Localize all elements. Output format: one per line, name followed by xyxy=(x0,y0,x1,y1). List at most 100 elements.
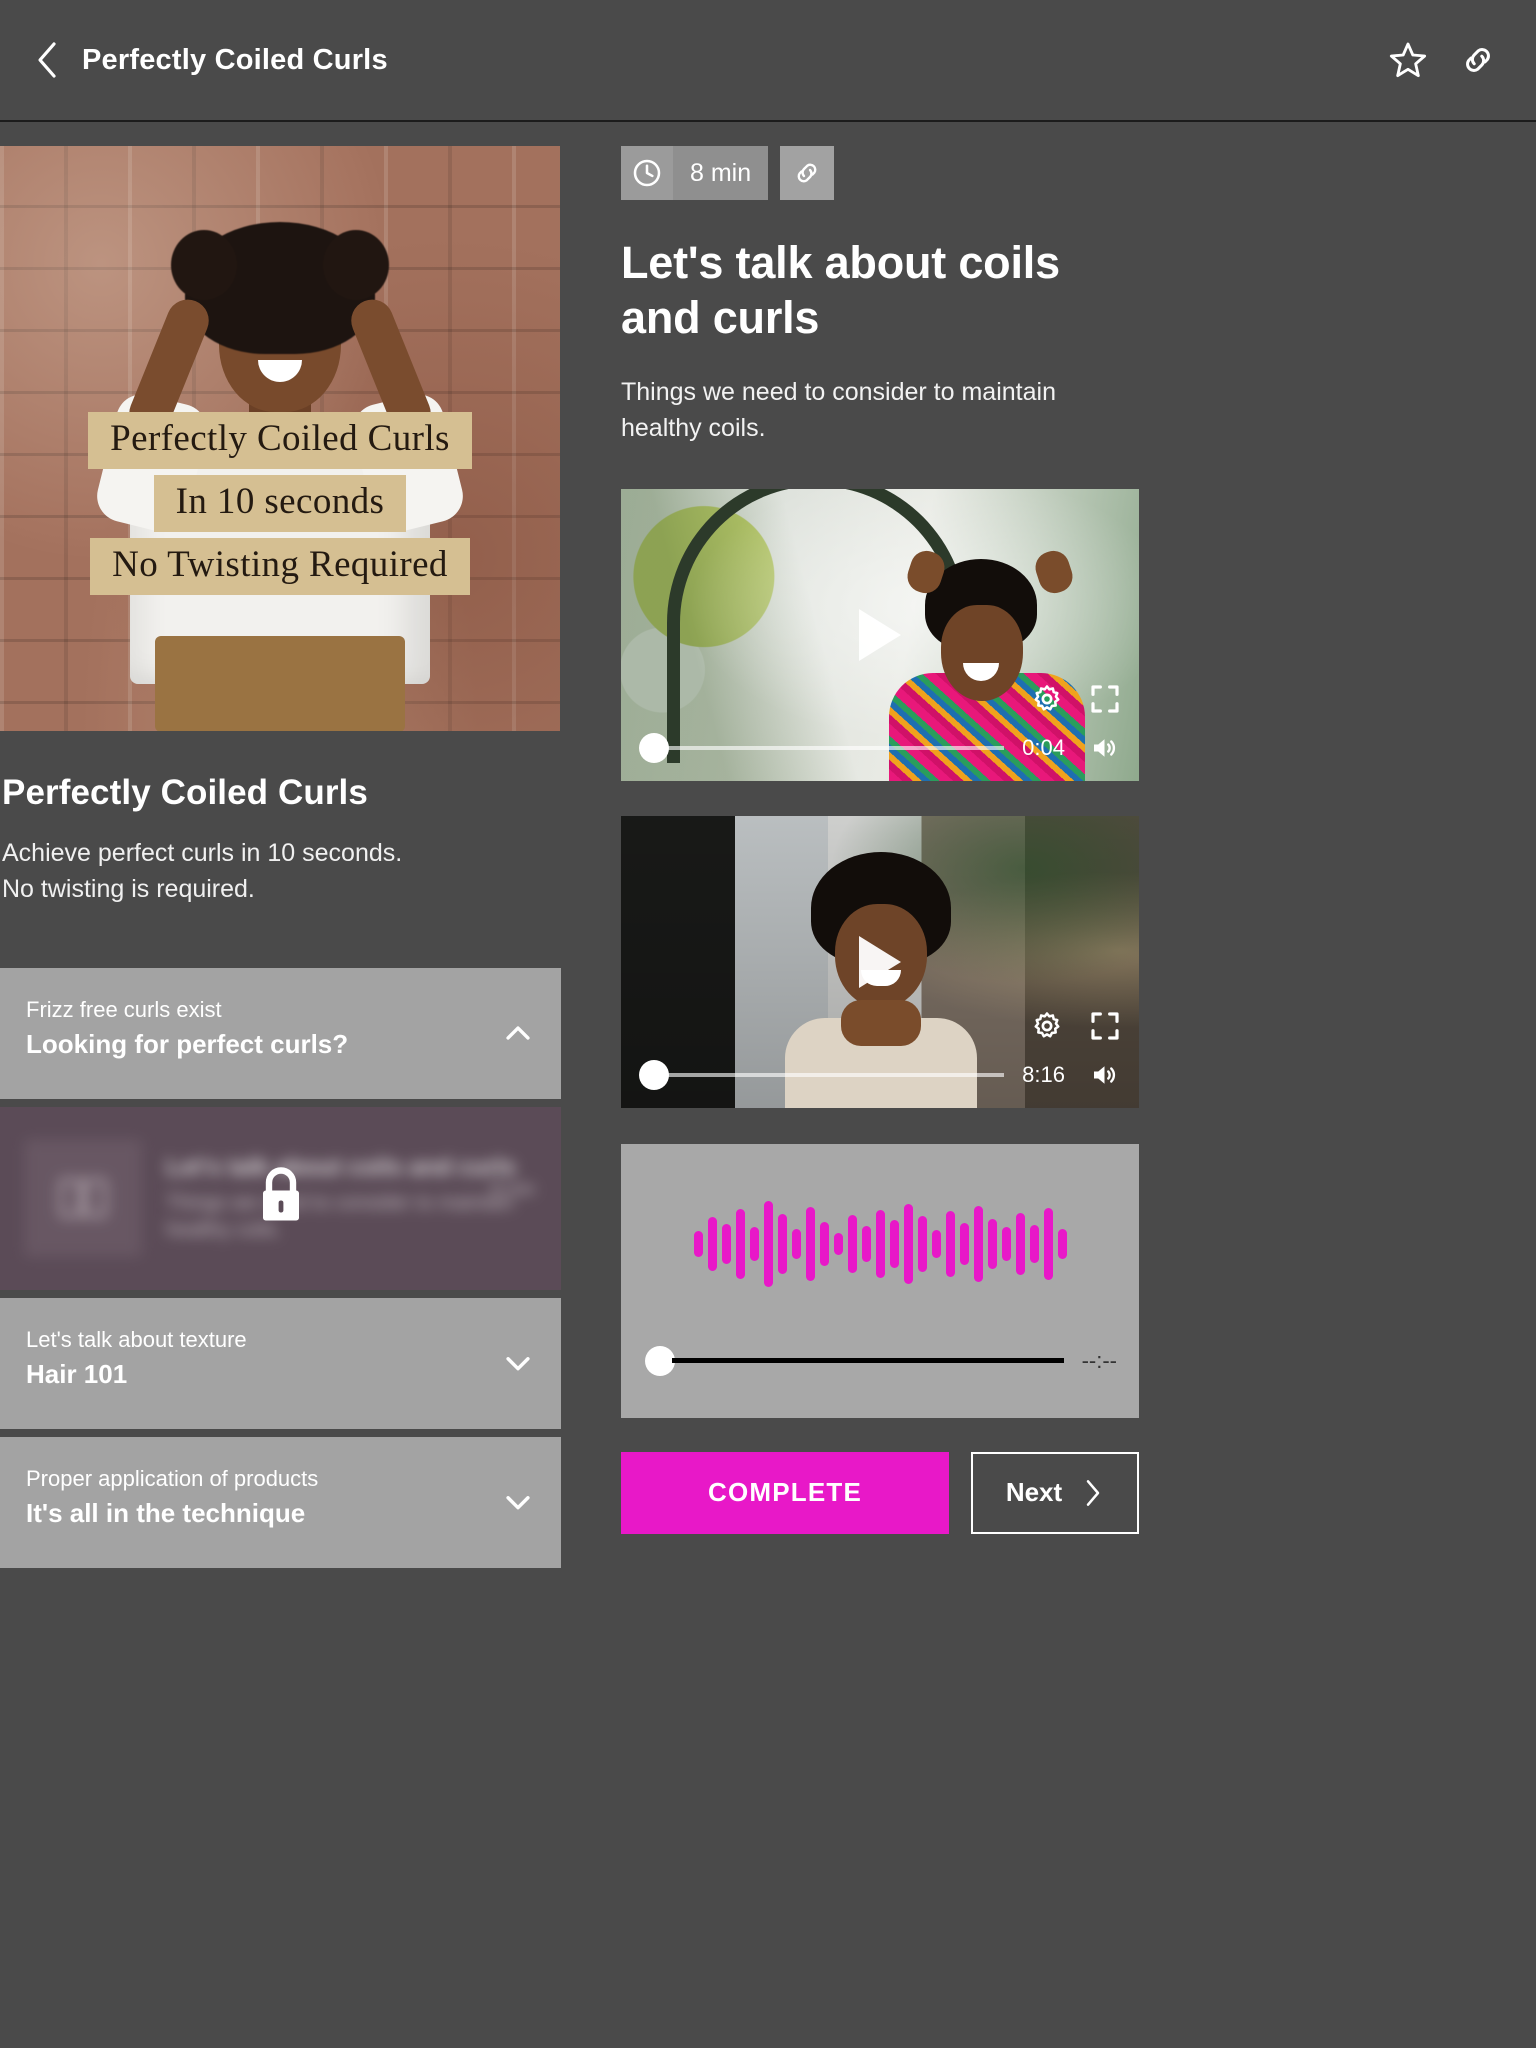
course-description: Achieve perfect curls in 10 seconds. No … xyxy=(2,835,560,908)
waveform-bar xyxy=(749,1226,759,1261)
waveform-bar xyxy=(1015,1212,1025,1275)
waveform-bar xyxy=(1029,1224,1039,1263)
chevron-down-icon[interactable] xyxy=(501,1485,535,1519)
audio-seek-handle[interactable] xyxy=(645,1345,675,1376)
page-body: Perfectly Coiled Curls In 10 seconds No … xyxy=(0,124,1536,2048)
waveform-bar xyxy=(833,1232,843,1255)
lesson-thumbnail xyxy=(24,1139,142,1257)
waveform-bar xyxy=(721,1223,731,1264)
waveform-bar xyxy=(693,1230,703,1257)
book-icon xyxy=(59,1178,107,1218)
locked-lesson-card[interactable]: Let's talk about coils and curls Things … xyxy=(0,1106,561,1290)
video-1-time: 0:04 xyxy=(1022,734,1065,760)
share-link-button[interactable] xyxy=(1458,40,1498,80)
course-sidebar: Perfectly Coiled Curls In 10 seconds No … xyxy=(0,146,561,1576)
play-icon[interactable] xyxy=(859,935,901,988)
locked-lesson-title: Let's talk about coils and curls xyxy=(166,1153,516,1181)
lesson-title: Let's talk about coils and curls xyxy=(621,237,1060,343)
video-1-controls xyxy=(1031,683,1121,715)
audio-waveform xyxy=(621,1196,1139,1292)
section-item-3[interactable]: Proper application of products It's all … xyxy=(0,1436,561,1568)
app-header: Perfectly Coiled Curls xyxy=(0,0,1536,122)
section-subtitle: Frizz free curls exist xyxy=(26,996,222,1022)
course-hero-image: Perfectly Coiled Curls In 10 seconds No … xyxy=(0,146,560,731)
lesson-panel: 8 min Let's talk about coils and curls T… xyxy=(621,146,1139,1534)
chevron-left-icon xyxy=(38,42,56,78)
star-icon xyxy=(1389,42,1427,78)
course-description-line-1: Achieve perfect curls in 10 seconds. xyxy=(2,839,403,867)
waveform-bar xyxy=(931,1229,941,1258)
waveform-bar xyxy=(791,1228,801,1259)
gear-icon[interactable] xyxy=(1031,683,1063,715)
waveform-bar xyxy=(973,1205,983,1282)
hero-line-2: In 10 seconds xyxy=(153,475,407,532)
hero-text-overlay: Perfectly Coiled Curls In 10 seconds No … xyxy=(0,412,560,595)
video-1-seek-track[interactable] xyxy=(665,745,1005,750)
header-actions xyxy=(1388,40,1498,80)
lesson-footer-actions: COMPLETE Next xyxy=(621,1451,1139,1534)
waveform-bar xyxy=(875,1209,885,1278)
lesson-meta-row: 8 min xyxy=(621,146,1139,200)
locked-lesson-desc: Things we need to consider to maintain h… xyxy=(166,1192,514,1242)
link-icon xyxy=(1466,48,1490,72)
section-title: Hair 101 xyxy=(26,1359,128,1389)
fullscreen-icon[interactable] xyxy=(1089,1010,1121,1042)
locked-lesson-text: Let's talk about coils and curls Things … xyxy=(166,1152,537,1244)
lesson-link-button[interactable] xyxy=(780,146,835,200)
chevron-right-icon xyxy=(1086,1479,1100,1506)
waveform-bar xyxy=(1057,1228,1067,1259)
video-player-1[interactable]: 0:04 xyxy=(621,488,1139,781)
section-subtitle: Let's talk about texture xyxy=(26,1326,247,1352)
duration-icon-box xyxy=(621,146,673,200)
video-2-seek-track[interactable] xyxy=(665,1072,1005,1077)
waveform-bar xyxy=(889,1219,899,1268)
waveform-bar xyxy=(847,1214,857,1273)
section-subtitle: Proper application of products xyxy=(26,1465,319,1491)
section-item-2[interactable]: Let's talk about texture Hair 101 xyxy=(0,1297,561,1429)
volume-icon[interactable] xyxy=(1087,1060,1121,1090)
waveform-bar xyxy=(1043,1207,1053,1280)
video-1-progress-row: 0:04 xyxy=(621,732,1139,763)
link-icon xyxy=(797,163,817,183)
waveform-bar xyxy=(819,1221,829,1266)
waveform-bar xyxy=(903,1203,913,1284)
course-description-line-2: No twisting is required. xyxy=(2,875,255,904)
waveform-bar xyxy=(777,1213,787,1274)
fullscreen-icon[interactable] xyxy=(1089,683,1121,715)
next-button-label: Next xyxy=(1005,1477,1063,1508)
section-item-1[interactable]: Frizz free curls exist Looking for perfe… xyxy=(0,967,561,1099)
page-title: Perfectly Coiled Curls xyxy=(82,43,388,76)
locked-lesson-duration: 8 min xyxy=(490,1178,535,1199)
waveform-bar xyxy=(805,1206,815,1281)
lock-icon xyxy=(262,1167,299,1221)
volume-icon[interactable] xyxy=(1087,733,1121,763)
lesson-description: Things we need to consider to maintain h… xyxy=(621,377,1056,443)
favorite-button[interactable] xyxy=(1388,40,1428,80)
video-2-time: 8:16 xyxy=(1022,1061,1065,1087)
waveform-bar xyxy=(1001,1226,1011,1261)
waveform-bar xyxy=(945,1210,955,1277)
chevron-up-icon[interactable] xyxy=(501,1016,535,1050)
video-player-2[interactable]: 8:16 xyxy=(621,815,1139,1108)
gear-icon[interactable] xyxy=(1031,1010,1063,1042)
audio-player[interactable]: --:-- xyxy=(621,1143,1139,1418)
waveform-bar xyxy=(987,1218,997,1269)
back-button[interactable] xyxy=(30,37,64,83)
waveform-bar xyxy=(763,1200,773,1287)
chevron-down-icon[interactable] xyxy=(501,1346,535,1380)
play-icon[interactable] xyxy=(859,608,901,661)
waveform-bar xyxy=(735,1208,745,1279)
complete-button[interactable]: COMPLETE xyxy=(621,1451,949,1534)
audio-time: --:-- xyxy=(1081,1347,1117,1373)
waveform-bar xyxy=(917,1215,927,1272)
course-title: Perfectly Coiled Curls xyxy=(2,773,368,812)
duration-text: 8 min xyxy=(673,146,769,200)
next-button[interactable]: Next xyxy=(971,1451,1139,1534)
section-title: Looking for perfect curls? xyxy=(26,1029,349,1059)
waveform-bar xyxy=(861,1225,871,1262)
lock-indicator xyxy=(253,1165,309,1232)
video-2-progress-row: 8:16 xyxy=(621,1059,1139,1090)
section-title: It's all in the technique xyxy=(26,1498,306,1528)
audio-progress-row: --:-- xyxy=(645,1345,1117,1376)
audio-seek-track[interactable] xyxy=(672,1358,1064,1364)
